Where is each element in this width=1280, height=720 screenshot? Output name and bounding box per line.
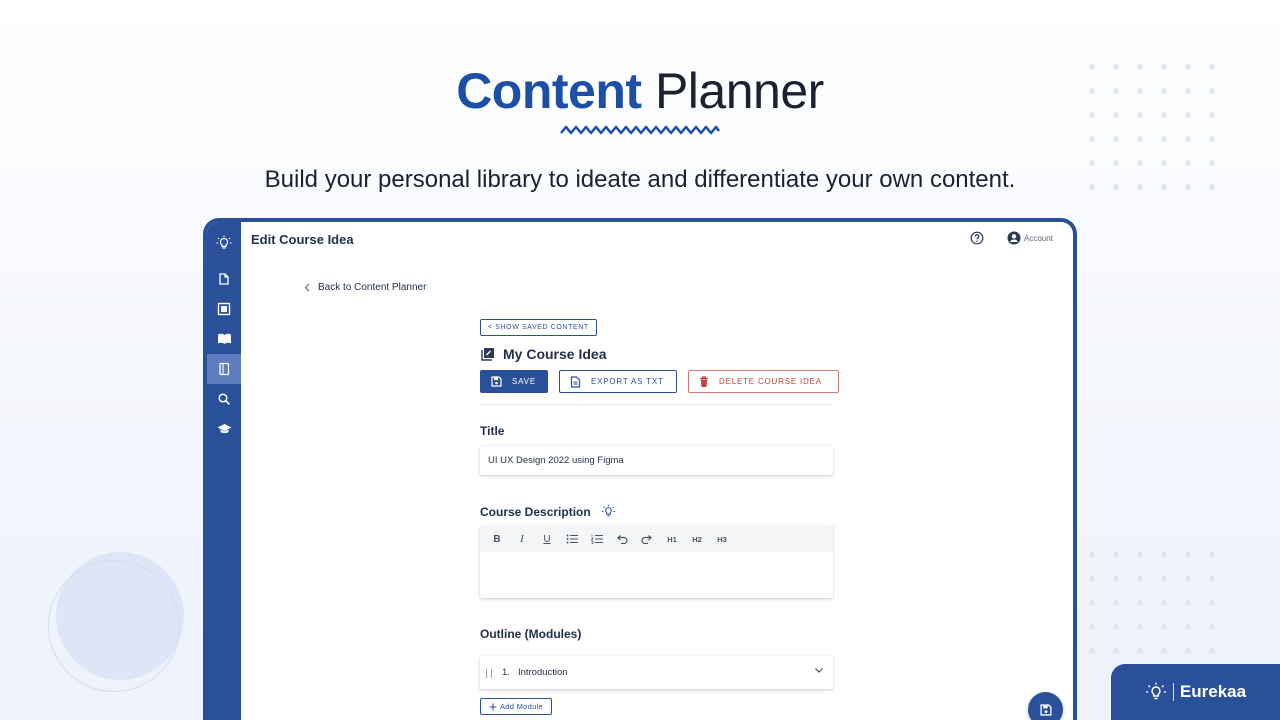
image-frame-icon: [217, 302, 231, 316]
sidebar-item-library[interactable]: [207, 324, 241, 354]
decorative-circle-outline: [48, 560, 180, 692]
delete-button-label: Delete Course Idea: [719, 377, 822, 386]
hero-title-rest: Planner: [654, 63, 824, 119]
graduation-cap-icon: [217, 424, 231, 434]
hero-subtitle: Build your personal library to ideate an…: [264, 166, 1016, 193]
title-field-label: Title: [480, 424, 505, 438]
open-book-icon: [217, 333, 231, 344]
search-icon: [218, 393, 231, 406]
bullet-list-button[interactable]: [564, 531, 580, 547]
sidebar-rail: [207, 222, 241, 720]
squiggle-underline-icon: [560, 125, 720, 135]
module-index: 1.: [502, 667, 510, 678]
export-button-label: Export as TXT: [591, 377, 664, 386]
help-icon[interactable]: [970, 231, 984, 245]
course-description-label: Course Description: [480, 504, 616, 519]
edit-note-icon: [481, 348, 494, 361]
chevron-down-icon[interactable]: [814, 666, 824, 674]
course-description-label-text: Course Description: [480, 504, 591, 519]
floppy-disk-icon: [491, 376, 502, 387]
lightbulb-logo-icon: [1145, 682, 1166, 700]
file-export-icon: [570, 375, 581, 388]
redo-button[interactable]: [639, 531, 655, 547]
module-row[interactable]: 1. Introduction: [480, 656, 833, 689]
decorative-dot-grid-bottom: [1089, 552, 1215, 654]
title-input[interactable]: [480, 446, 833, 475]
page-title: Edit Course Idea: [251, 232, 354, 247]
add-module-label: Add Module: [500, 702, 544, 711]
outline-modules-label: Outline (Modules): [480, 627, 582, 641]
numbered-list-icon: [591, 534, 603, 544]
drag-handle-icon[interactable]: [486, 668, 492, 677]
trash-icon: [700, 375, 708, 387]
sidebar-item-new-content[interactable]: [207, 264, 241, 294]
editor-toolbar: B I U H1 H2 H3: [480, 526, 833, 552]
brand-name: Eurekaa: [1179, 682, 1247, 701]
save-button-label: Save: [512, 377, 536, 386]
bold-button[interactable]: B: [489, 531, 505, 547]
heading-2-button[interactable]: H2: [689, 531, 705, 547]
heading-1-button[interactable]: H1: [664, 531, 680, 547]
add-module-button[interactable]: Add Module: [480, 698, 553, 715]
heading-3-button[interactable]: H3: [714, 531, 730, 547]
floppy-disk-icon: [1039, 703, 1052, 716]
hero-title: Content Planner: [0, 62, 1280, 120]
brand-separator: [1172, 683, 1174, 701]
underline-button[interactable]: U: [539, 531, 555, 547]
undo-icon: [617, 534, 628, 544]
hero-title-accent: Content: [456, 63, 642, 119]
delete-course-idea-button[interactable]: Delete Course Idea: [688, 370, 839, 393]
module-title: Introduction: [517, 667, 568, 678]
notebook-icon: [219, 362, 230, 376]
chevron-left-icon: [304, 283, 310, 292]
divider: [480, 404, 832, 405]
back-to-content-planner-link[interactable]: Back to Content Planner: [304, 282, 426, 293]
plus-icon: [489, 703, 497, 710]
numbered-list-button[interactable]: [589, 531, 605, 547]
back-link-label: Back to Content Planner: [318, 282, 427, 293]
sidebar-item-search[interactable]: [207, 384, 241, 414]
undo-button[interactable]: [614, 531, 630, 547]
lightbulb-icon: [216, 235, 232, 249]
sidebar-item-home[interactable]: [207, 222, 241, 264]
course-description-editor[interactable]: B I U H1 H2 H3: [480, 526, 833, 598]
italic-button[interactable]: I: [514, 531, 530, 547]
save-button[interactable]: Save: [480, 370, 548, 393]
floating-save-button[interactable]: [1028, 692, 1063, 720]
sidebar-item-content-planner[interactable]: [207, 354, 241, 384]
redo-icon: [641, 534, 652, 544]
account-menu[interactable]: Account: [1007, 231, 1053, 245]
brand-badge: Eurekaa: [1111, 664, 1280, 720]
account-circle-icon: [1007, 231, 1021, 245]
export-txt-button[interactable]: Export as TXT: [559, 370, 677, 393]
course-heading: My Course Idea: [481, 346, 606, 362]
sidebar-item-courses[interactable]: [207, 414, 241, 444]
bullet-list-icon: [566, 534, 578, 544]
lightbulb-idea-icon[interactable]: [601, 504, 616, 519]
sidebar-item-frames[interactable]: [207, 294, 241, 324]
course-heading-text: My Course Idea: [503, 346, 607, 362]
app-window: Edit Course Idea Account Back to Content…: [203, 218, 1077, 720]
show-saved-content-button[interactable]: < Show Saved Content: [480, 319, 597, 336]
new-document-icon: [219, 273, 229, 285]
account-label: Account: [1024, 233, 1053, 243]
